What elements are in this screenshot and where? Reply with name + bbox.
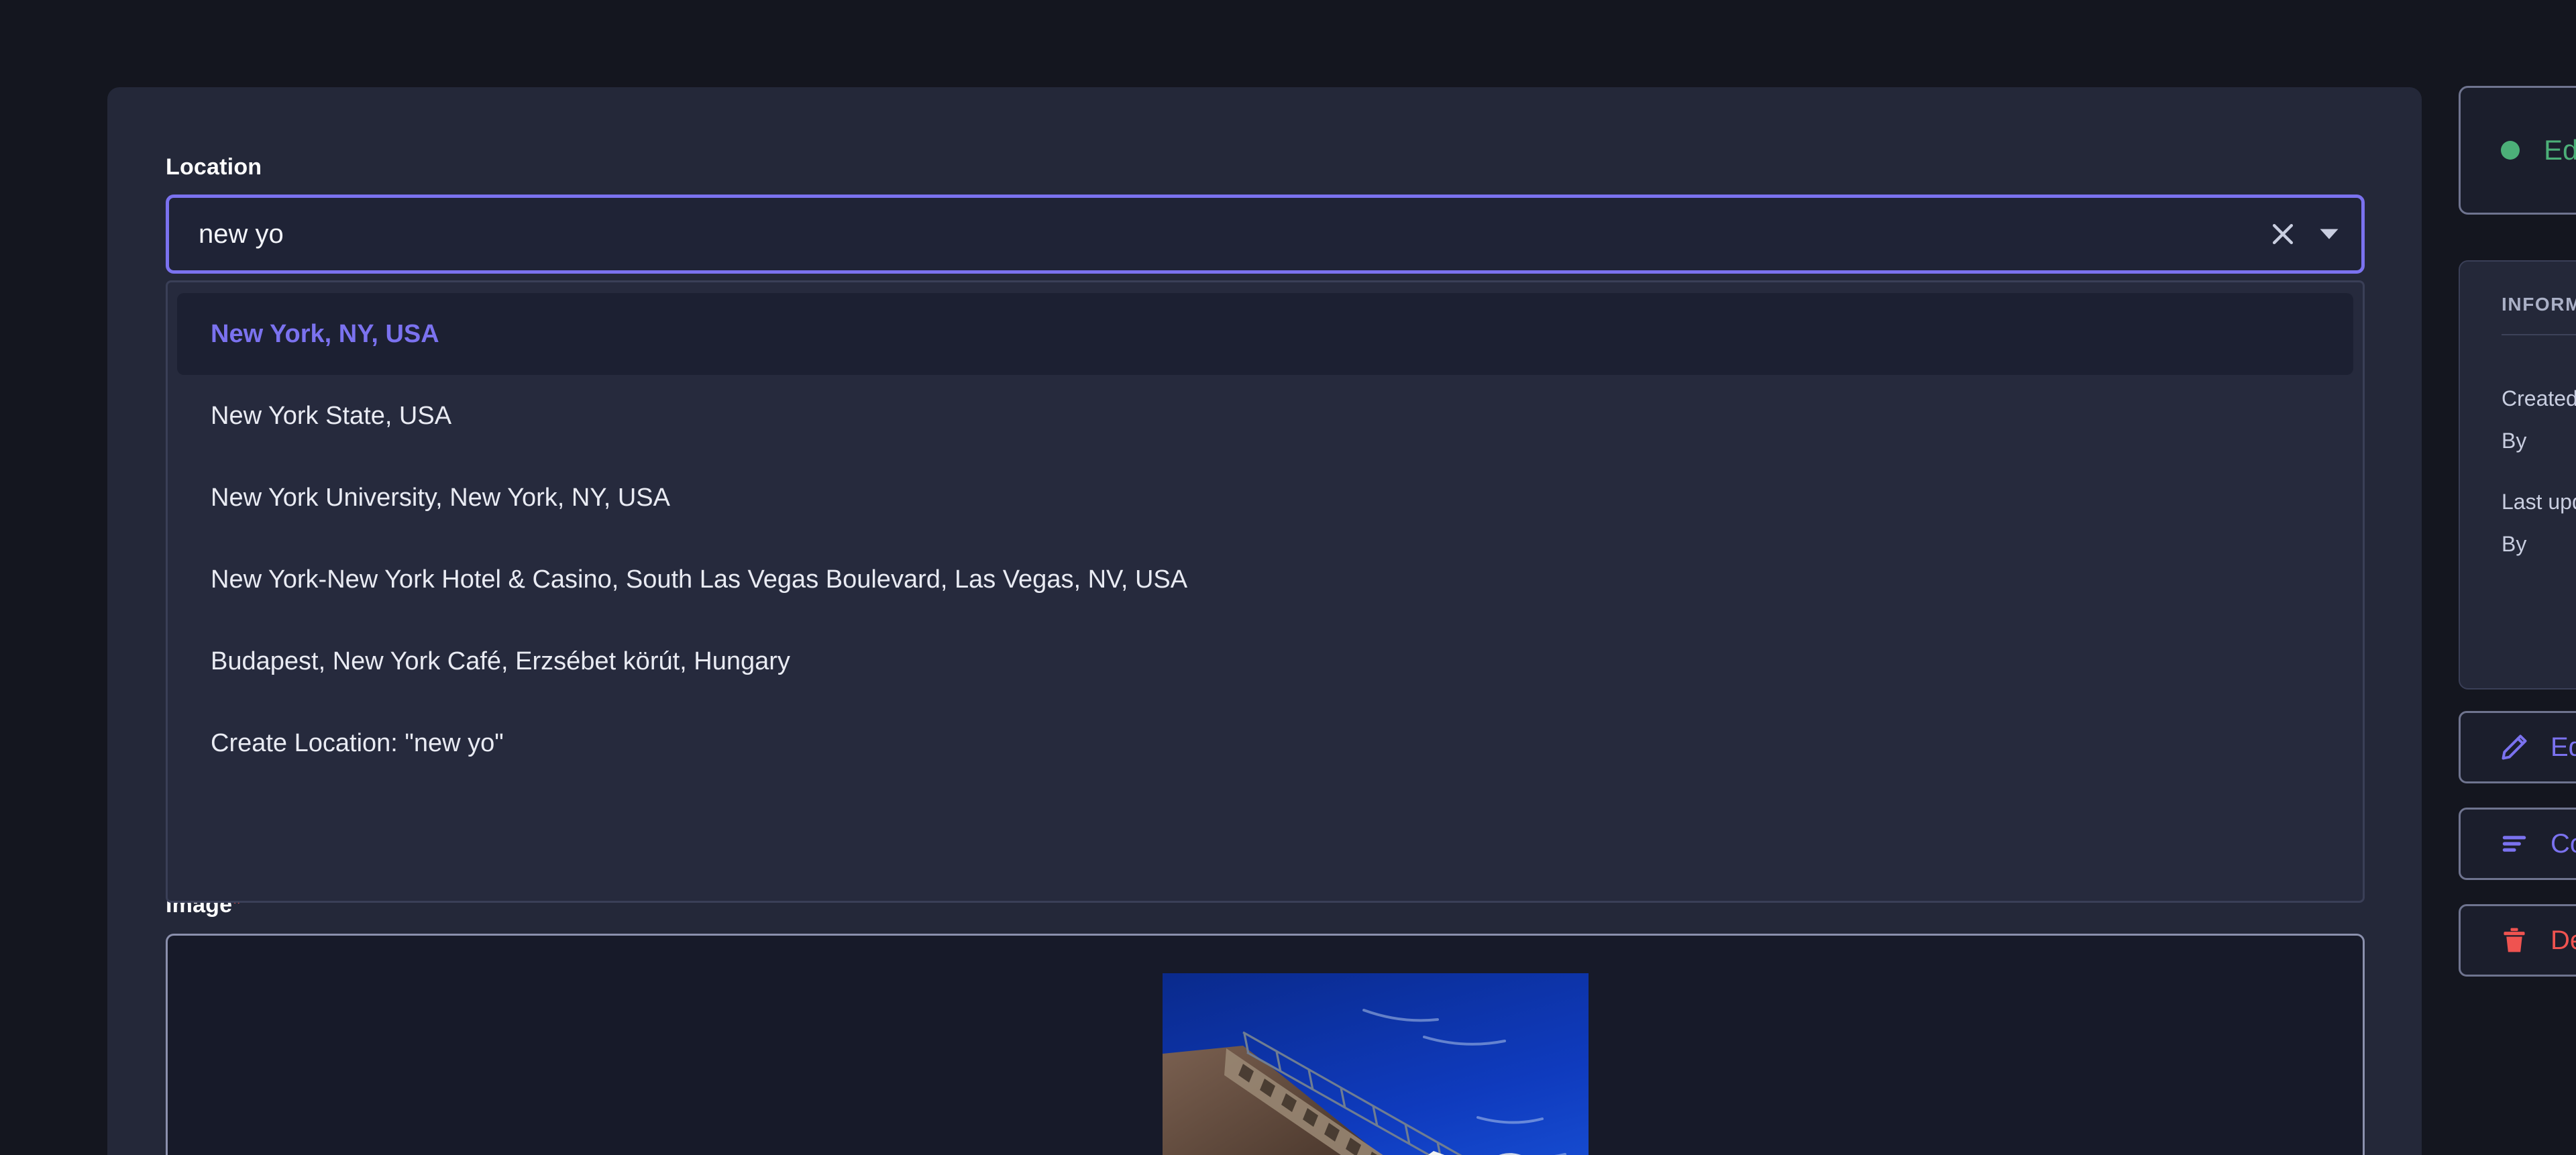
info-row-created: Created — [2502, 386, 2576, 410]
app-root: Location new yo New York, NY, USA New Yo… — [0, 0, 2576, 1155]
list-icon — [2500, 829, 2529, 859]
info-row-updated-by: By — [2502, 532, 2527, 556]
dropdown-option[interactable]: New York University, New York, NY, USA — [177, 457, 2353, 539]
location-label-text: Location — [166, 154, 262, 180]
location-field-label: Location — [166, 154, 262, 180]
dropdown-option-create[interactable]: Create Location: "new yo" — [177, 702, 2353, 784]
divider — [2502, 334, 2576, 335]
dropdown-option[interactable]: New York, NY, USA — [177, 293, 2353, 375]
image-thumbnail[interactable] — [1163, 973, 1589, 1155]
dropdown-option[interactable]: Budapest, New York Café, Erzsébet körút,… — [177, 620, 2353, 702]
dropdown-option-label: New York University, New York, NY, USA — [211, 483, 670, 512]
pencil-icon — [2500, 732, 2529, 762]
dropdown-option-label: New York State, USA — [211, 401, 452, 430]
info-row-last-updated: Last updated — [2502, 490, 2576, 514]
delete-button-label: Delete — [2551, 925, 2576, 955]
chevron-down-icon[interactable] — [2314, 216, 2344, 252]
status-badge: Ed — [2459, 86, 2576, 215]
location-suggestions-dropdown[interactable]: New York, NY, USA New York State, USA Ne… — [166, 280, 2365, 903]
information-panel: INFORMATION Created By Last updated By — [2459, 260, 2576, 690]
status-label: Ed — [2544, 134, 2576, 166]
entity-form-card: Location new yo New York, NY, USA New Yo… — [107, 87, 2422, 1155]
dropdown-option-label: Create Location: "new yo" — [211, 728, 504, 757]
convert-button-label: Convert — [2551, 828, 2576, 859]
image-dropzone[interactable] — [166, 934, 2365, 1155]
edit-button[interactable]: Edit — [2459, 711, 2576, 783]
delete-button[interactable]: Delete — [2459, 904, 2576, 977]
dropdown-option-label: Budapest, New York Café, Erzsébet körút,… — [211, 647, 790, 675]
trash-icon — [2500, 926, 2529, 955]
dropdown-option[interactable]: New York-New York Hotel & Casino, South … — [177, 539, 2353, 620]
info-row-created-by: By — [2502, 429, 2527, 453]
information-panel-title: INFORMATION — [2502, 294, 2576, 315]
dropdown-option[interactable]: New York State, USA — [177, 375, 2353, 457]
convert-button[interactable]: Convert — [2459, 808, 2576, 880]
edit-button-label: Edit — [2551, 732, 2576, 762]
location-input-value[interactable]: new yo — [199, 221, 2265, 248]
close-icon[interactable] — [2265, 216, 2301, 252]
dropdown-option-label: New York, NY, USA — [211, 319, 439, 348]
status-dot-icon — [2501, 141, 2520, 160]
location-combobox[interactable]: new yo — [166, 195, 2365, 274]
dropdown-option-label: New York-New York Hotel & Casino, South … — [211, 565, 1188, 594]
